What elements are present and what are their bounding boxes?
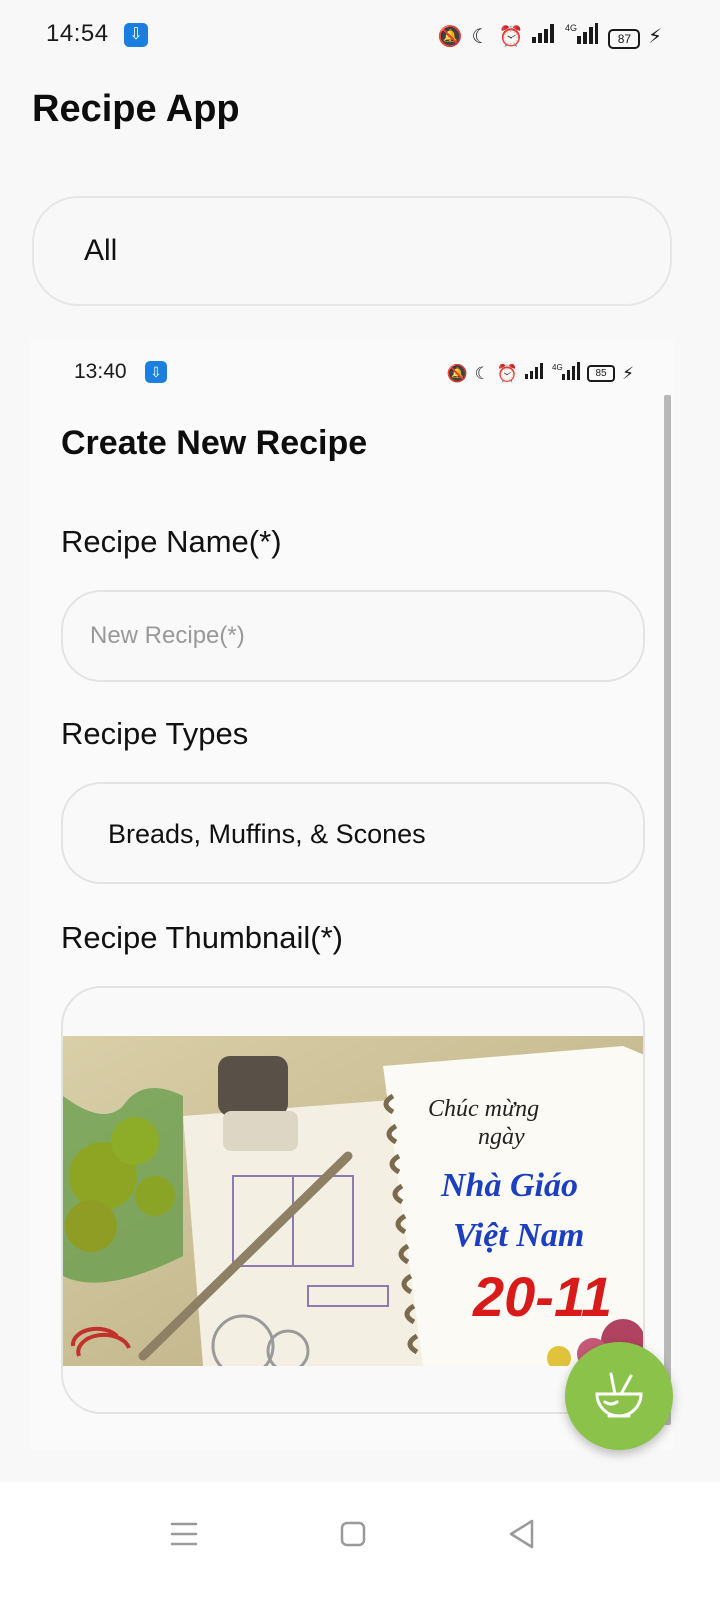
- charging-icon: ⚡: [647, 25, 662, 48]
- app-title: Recipe App: [32, 88, 240, 130]
- recipe-name-placeholder: New Recipe(*): [90, 622, 245, 649]
- svg-text:20-11: 20-11: [472, 1265, 612, 1328]
- preview-mute-icon: 🔕: [446, 363, 468, 383]
- preview-usb-icon: ⇩: [145, 361, 167, 383]
- bowl-icon: [595, 1372, 643, 1418]
- menu-button[interactable]: [162, 1512, 206, 1556]
- mute-icon: 🔕: [437, 25, 463, 48]
- preview-status-time: 13:40: [74, 360, 127, 383]
- svg-text:Nhà Giáo: Nhà Giáo: [440, 1167, 578, 1204]
- category-filter-value: All: [84, 234, 118, 267]
- preview-status-icons: 🔕 ☾ ⏰ 4G 85 ⚡: [446, 362, 634, 385]
- preview-4g-icon: 4G: [552, 362, 581, 385]
- category-filter-dropdown[interactable]: All: [32, 196, 672, 306]
- battery-icon: 87 ⚡: [608, 24, 662, 49]
- recipe-types-field: Breads, Muffins, & Scones: [61, 782, 645, 884]
- add-recipe-fab[interactable]: [565, 1342, 673, 1450]
- back-icon: [509, 1519, 534, 1549]
- menu-icon: [170, 1522, 198, 1546]
- flowers: [63, 1088, 183, 1283]
- battery-level: 87: [608, 28, 641, 49]
- signal-icon: [532, 23, 556, 49]
- moon-icon: ☾: [471, 25, 490, 48]
- home-icon: [340, 1521, 366, 1547]
- preview-battery-icon: 85: [587, 365, 616, 382]
- recipe-thumbnail-frame: Chúc mừng ngày Nhà Giáo Việt Nam 20-11: [61, 986, 645, 1414]
- preview-status-bar: 13:40 ⇩ 🔕 ☾ ⏰ 4G 85 ⚡: [30, 340, 674, 400]
- preview-moon-icon: ☾: [474, 363, 490, 383]
- alarm-icon: ⏰: [498, 25, 524, 48]
- recipe-types-label: Recipe Types: [61, 716, 249, 751]
- status-time: 14:54: [46, 20, 109, 47]
- svg-text:4G: 4G: [552, 363, 563, 372]
- svg-text:Việt Nam: Việt Nam: [453, 1217, 584, 1254]
- svg-text:4G: 4G: [565, 23, 577, 33]
- status-icons: 🔕 ☾ ⏰ 4G 87 ⚡: [438, 22, 662, 50]
- preview-alarm-icon: ⏰: [496, 363, 519, 383]
- preview-charging-icon: ⚡: [622, 363, 634, 383]
- preview-scrollbar: [664, 395, 671, 1425]
- recipe-thumbnail-label: Recipe Thumbnail(*): [61, 920, 343, 955]
- back-button[interactable]: [500, 1512, 544, 1556]
- recipe-thumbnail-image: Chúc mừng ngày Nhà Giáo Việt Nam 20-11: [63, 1036, 643, 1366]
- recipe-card[interactable]: 13:40 ⇩ 🔕 ☾ ⏰ 4G 85 ⚡ Create New Recipe …: [30, 340, 674, 1450]
- 4g-signal-icon: 4G: [565, 22, 599, 50]
- system-nav-bar: [0, 1482, 720, 1600]
- preview-signal-icon: [525, 363, 545, 384]
- form-title: Create New Recipe: [61, 424, 368, 462]
- recipe-types-value: Breads, Muffins, & Scones: [108, 819, 426, 849]
- recipe-name-field: New Recipe(*): [61, 590, 645, 682]
- status-bar: 14:54 ⇩ 🔕 ☾ ⏰ 4G 87 ⚡: [0, 0, 720, 72]
- usb-icon: ⇩: [124, 23, 148, 47]
- recipe-name-label: Recipe Name(*): [61, 524, 282, 559]
- home-button[interactable]: [331, 1512, 375, 1556]
- svg-text:Chúc mừng: Chúc mừng: [428, 1096, 539, 1122]
- svg-text:ngày: ngày: [478, 1124, 525, 1150]
